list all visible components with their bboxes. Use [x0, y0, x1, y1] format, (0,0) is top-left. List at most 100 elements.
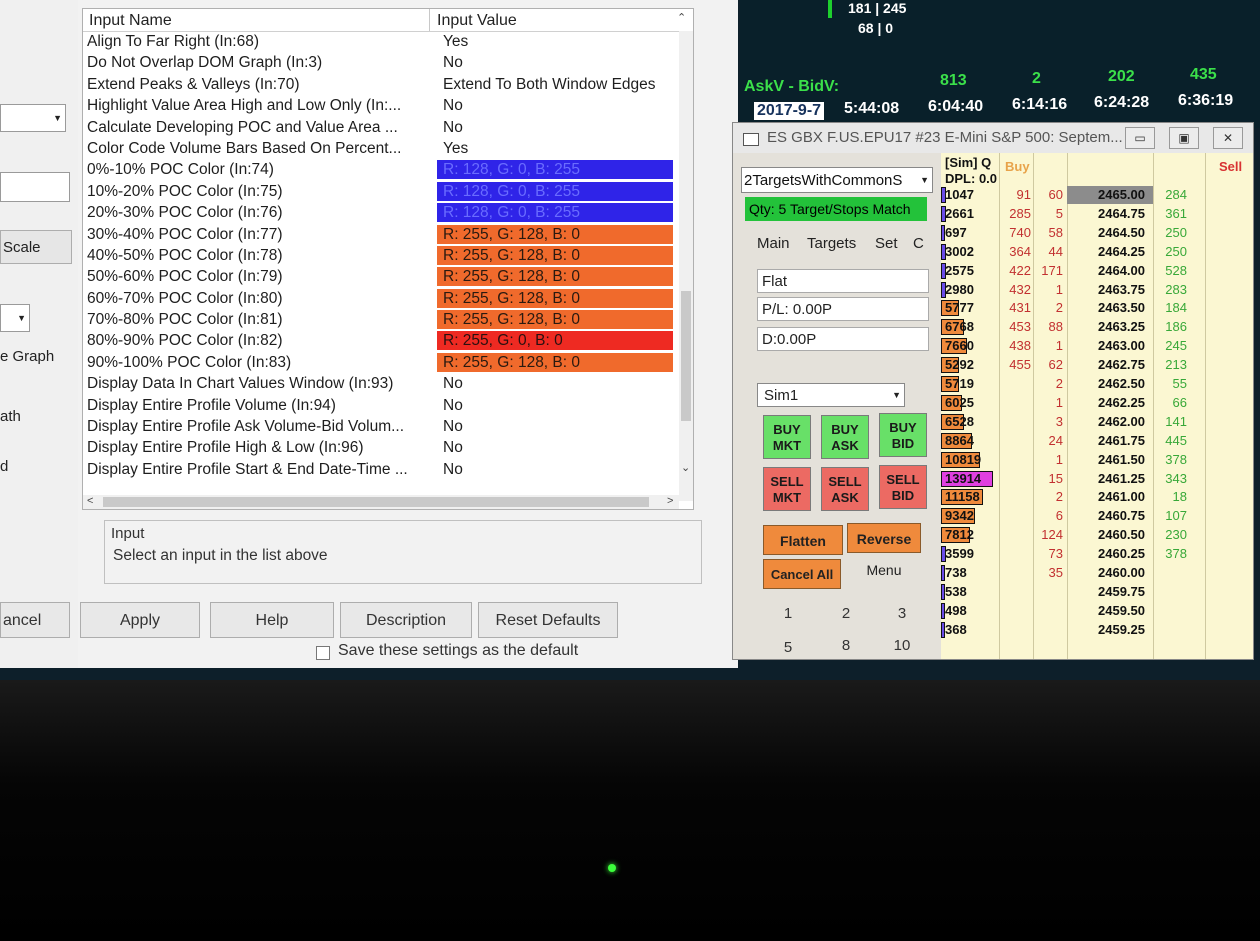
- input-row-value[interactable]: No: [437, 459, 673, 479]
- input-row[interactable]: Display Entire Profile Ask Volume-Bid Vo…: [83, 416, 679, 437]
- ladder-row[interactable]: 5719 2 2462.50 55: [941, 375, 1253, 394]
- strip-field[interactable]: [0, 172, 70, 202]
- input-row-value[interactable]: No: [437, 395, 673, 415]
- ladder-row[interactable]: 11158 2 2461.00 18: [941, 488, 1253, 507]
- ladder-row[interactable]: 10819 1 2461.50 378: [941, 451, 1253, 470]
- minimize-icon[interactable]: ▭: [1125, 127, 1155, 149]
- save-default-checkbox[interactable]: [316, 646, 330, 660]
- input-row-value[interactable]: R: 255, G: 128, B: 0: [437, 310, 673, 330]
- input-row-value[interactable]: R: 255, G: 128, B: 0: [437, 288, 673, 308]
- input-row[interactable]: 70%-80% POC Color (In:81) R: 255, G: 128,…: [83, 309, 679, 330]
- input-row-value[interactable]: R: 128, G: 0, B: 255: [437, 160, 673, 180]
- input-row[interactable]: 60%-70% POC Color (In:80) R: 255, G: 128,…: [83, 288, 679, 309]
- header-input-value[interactable]: Input Value: [437, 12, 517, 30]
- qty-button-10[interactable]: 10: [879, 633, 925, 659]
- cancel-button[interactable]: ancel: [0, 602, 70, 638]
- scale-button[interactable]: Scale: [0, 230, 72, 264]
- cancel-all-button[interactable]: Cancel All: [763, 559, 841, 589]
- input-row[interactable]: Color Code Volume Bars Based On Percent.…: [83, 138, 679, 159]
- ladder-row[interactable]: 6768 453 88 2463.25 186: [941, 318, 1253, 337]
- ladder-row[interactable]: 368 2459.25: [941, 621, 1253, 640]
- header-divider[interactable]: [429, 9, 430, 31]
- input-row[interactable]: Do Not Overlap DOM Graph (In:3) No: [83, 52, 679, 73]
- scroll-left-icon[interactable]: <: [87, 495, 93, 507]
- input-row[interactable]: 20%-30% POC Color (In:76) R: 128, G: 0, B…: [83, 202, 679, 223]
- input-row[interactable]: 10%-20% POC Color (In:75) R: 128, G: 0, B…: [83, 181, 679, 202]
- input-row[interactable]: Display Entire Profile High & Low (In:96…: [83, 437, 679, 458]
- horizontal-scrollbar[interactable]: < >: [83, 495, 679, 509]
- qty-button-1[interactable]: 1: [765, 601, 811, 627]
- ladder-row[interactable]: 9342 6 2460.75 107: [941, 507, 1253, 526]
- input-row-value[interactable]: No: [437, 53, 673, 73]
- sell-bid-button[interactable]: SELL BID: [879, 465, 927, 509]
- buy-mkt-button[interactable]: BUY MKT: [763, 415, 811, 459]
- ladder-row[interactable]: 1047 91 60 2465.00 284: [941, 186, 1253, 205]
- help-button[interactable]: Help: [210, 602, 334, 638]
- ladder-row[interactable]: 7660 438 1 2463.00 245: [941, 337, 1253, 356]
- ladder-row[interactable]: 3599 73 2460.25 378: [941, 545, 1253, 564]
- input-row[interactable]: Display Entire Profile Volume (In:94) No: [83, 395, 679, 416]
- input-row[interactable]: Display Data In Chart Values Window (In:…: [83, 373, 679, 394]
- vertical-scroll-thumb[interactable]: [681, 291, 691, 421]
- input-row[interactable]: Display Entire Profile Start & End Date-…: [83, 459, 679, 480]
- scroll-right-icon[interactable]: >: [667, 495, 673, 507]
- input-row[interactable]: Align To Far Right (In:68) Yes: [83, 31, 679, 52]
- qty-button-3[interactable]: 3: [879, 601, 925, 627]
- input-row-value[interactable]: No: [437, 417, 673, 437]
- input-row[interactable]: Calculate Developing POC and Value Area …: [83, 117, 679, 138]
- qty-button-2[interactable]: 2: [823, 601, 869, 627]
- qty-button-5[interactable]: 5: [765, 635, 811, 661]
- input-row-value[interactable]: R: 255, G: 128, B: 0: [437, 224, 673, 244]
- ladder-row[interactable]: 8864 24 2461.75 445: [941, 432, 1253, 451]
- ladder-row[interactable]: 697 740 58 2464.50 250: [941, 224, 1253, 243]
- input-row-value[interactable]: No: [437, 117, 673, 137]
- close-icon[interactable]: ✕: [1213, 127, 1243, 149]
- strip-dropdown-2[interactable]: ▼: [0, 304, 30, 332]
- dom-title-bar[interactable]: ES GBX F.US.EPU17 #23 E-Mini S&P 500: Se…: [733, 123, 1253, 153]
- flatten-button[interactable]: Flatten: [763, 525, 843, 555]
- buy-ask-button[interactable]: BUY ASK: [821, 415, 869, 459]
- tab-targets[interactable]: Targets: [807, 231, 856, 257]
- input-row[interactable]: 0%-10% POC Color (In:74) R: 128, G: 0, B:…: [83, 159, 679, 180]
- qty-button-8[interactable]: 8: [823, 633, 869, 659]
- ladder-row[interactable]: 6528 3 2462.00 141: [941, 413, 1253, 432]
- input-row[interactable]: 80%-90% POC Color (In:82) R: 255, G: 0, B…: [83, 330, 679, 351]
- input-row[interactable]: Highlight Value Area High and Low Only (…: [83, 95, 679, 116]
- input-row-value[interactable]: R: 255, G: 128, B: 0: [437, 352, 673, 372]
- sell-ask-button[interactable]: SELL ASK: [821, 467, 869, 511]
- ladder-row[interactable]: 13914 15 2461.25 343: [941, 470, 1253, 489]
- input-row-value[interactable]: R: 255, G: 128, B: 0: [437, 267, 673, 287]
- input-row-value[interactable]: Extend To Both Window Edges: [437, 74, 673, 94]
- reset-defaults-button[interactable]: Reset Defaults: [478, 602, 618, 638]
- ladder-row[interactable]: 2661 285 5 2464.75 361: [941, 205, 1253, 224]
- tab-set[interactable]: Set: [875, 231, 898, 257]
- ladder-row[interactable]: 738 35 2460.00: [941, 564, 1253, 583]
- account-select[interactable]: Sim1 ▼: [757, 383, 905, 407]
- maximize-icon[interactable]: ▣: [1169, 127, 1199, 149]
- ladder-row[interactable]: 498 2459.50: [941, 602, 1253, 621]
- vertical-scrollbar[interactable]: ⌄: [679, 31, 693, 501]
- sell-mkt-button[interactable]: SELL MKT: [763, 467, 811, 511]
- header-input-name[interactable]: Input Name: [89, 12, 172, 30]
- input-row-value[interactable]: R: 128, G: 0, B: 255: [437, 203, 673, 223]
- input-row-value[interactable]: Yes: [437, 32, 673, 51]
- inputs-grid[interactable]: Input Name Input Value ⌃ Align To Far Ri…: [82, 8, 694, 510]
- input-row-value[interactable]: Yes: [437, 138, 673, 158]
- ladder-row[interactable]: 2980 432 1 2463.75 283: [941, 281, 1253, 300]
- input-row-value[interactable]: R: 255, G: 0, B: 0: [437, 331, 673, 351]
- ladder-row[interactable]: 538 2459.75: [941, 583, 1253, 602]
- input-row-value[interactable]: No: [437, 438, 673, 458]
- input-row[interactable]: 30%-40% POC Color (In:77) R: 255, G: 128,…: [83, 224, 679, 245]
- input-row[interactable]: Extend Peaks & Valleys (In:70) Extend To …: [83, 74, 679, 95]
- ladder-row[interactable]: 3002 364 44 2464.25 250: [941, 243, 1253, 262]
- apply-button[interactable]: Apply: [80, 602, 200, 638]
- menu-button[interactable]: Menu: [847, 555, 921, 585]
- ladder-row[interactable]: 7812 124 2460.50 230: [941, 526, 1253, 545]
- input-row[interactable]: 90%-100% POC Color (In:83) R: 255, G: 128…: [83, 352, 679, 373]
- ladder-row[interactable]: 5777 431 2 2463.50 184: [941, 299, 1253, 318]
- input-row[interactable]: 40%-50% POC Color (In:78) R: 255, G: 128,…: [83, 245, 679, 266]
- buy-bid-button[interactable]: BUY BID: [879, 413, 927, 457]
- tab-c[interactable]: C: [913, 231, 924, 257]
- tab-main[interactable]: Main: [757, 231, 790, 257]
- input-row-value[interactable]: R: 128, G: 0, B: 255: [437, 181, 673, 201]
